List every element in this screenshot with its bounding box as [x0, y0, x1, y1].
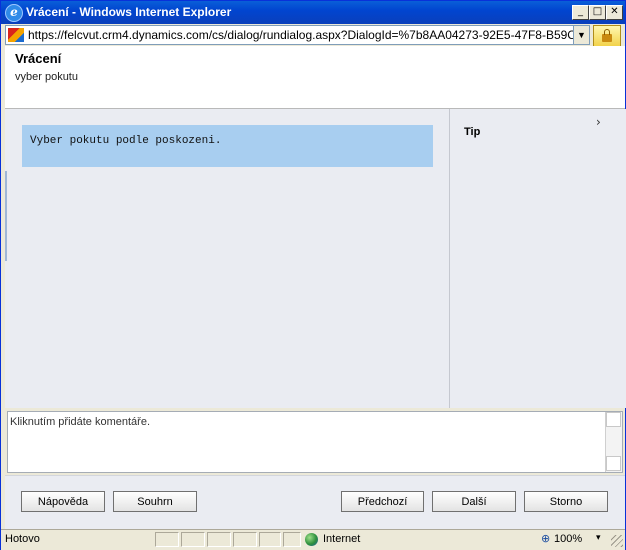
comment-scrollbar[interactable] [605, 412, 622, 472]
help-button[interactable]: Nápověda [21, 491, 105, 512]
zoom-dropdown-icon[interactable]: ▾ [596, 533, 601, 543]
address-field[interactable]: https://felcvut.crm4.dynamics.com/cs/dia… [5, 25, 590, 45]
cancel-button[interactable]: Storno [524, 491, 608, 512]
dialog-header: Vrácení vyber pokutu [5, 46, 625, 109]
dialog-footer: Nápověda Souhrn Předchozí Další Storno [5, 475, 625, 529]
dialog-content: Vyber pokutu podle poskozeni. › Tip [5, 109, 626, 408]
status-bar: Hotovo Internet ⊕ 100% ▾ [1, 529, 625, 550]
security-zone-label[interactable]: Internet [323, 533, 360, 545]
scroll-up-button[interactable] [606, 412, 621, 427]
url-text[interactable]: https://felcvut.crm4.dynamics.com/cs/dia… [28, 28, 576, 42]
lock-icon [602, 29, 612, 42]
tip-pane: › Tip [449, 109, 626, 408]
summary-button[interactable]: Souhrn [113, 491, 197, 512]
resize-grip-icon[interactable] [611, 535, 623, 547]
status-segment [283, 532, 301, 547]
comment-field[interactable]: Kliknutím přidáte komentáře. [7, 411, 623, 473]
status-segment [181, 532, 205, 547]
prompt-text: Vyber pokutu podle poskozeni. [30, 135, 222, 147]
status-segment [259, 532, 281, 547]
status-segment [233, 532, 257, 547]
window-title: Vrácení - Windows Internet Explorer [26, 5, 232, 19]
ie-window: e Vrácení - Windows Internet Explorer _ … [0, 0, 626, 550]
status-text: Hotovo [5, 533, 40, 545]
chevron-right-icon[interactable]: › [596, 115, 601, 129]
tip-title: Tip [464, 126, 481, 138]
address-dropdown-button[interactable]: ▼ [573, 26, 589, 44]
prompt-box: Vyber pokutu podle poskozeni. [22, 125, 433, 167]
security-lock-button[interactable] [593, 25, 621, 47]
comment-placeholder[interactable]: Kliknutím přidáte komentáře. [10, 416, 150, 428]
left-divider [5, 171, 7, 261]
minimize-button[interactable]: _ [572, 5, 589, 20]
status-segment [207, 532, 231, 547]
zoom-icon[interactable]: ⊕ [541, 532, 550, 545]
globe-icon [305, 533, 318, 546]
ie-logo-icon: e [5, 4, 23, 22]
address-bar: https://felcvut.crm4.dynamics.com/cs/dia… [1, 24, 625, 47]
page-icon [8, 28, 24, 42]
scroll-down-button[interactable] [606, 456, 621, 471]
next-button[interactable]: Další [432, 491, 516, 512]
zoom-level[interactable]: 100% [554, 533, 582, 545]
previous-button[interactable]: Předchozí [341, 491, 424, 512]
dialog-title: Vrácení [15, 51, 62, 66]
title-bar[interactable]: e Vrácení - Windows Internet Explorer _ … [1, 1, 625, 24]
maximize-button[interactable]: □ [589, 5, 606, 20]
dialog-subtitle: vyber pokutu [15, 71, 78, 83]
close-button[interactable]: ✕ [606, 5, 623, 20]
status-segment [155, 532, 179, 547]
